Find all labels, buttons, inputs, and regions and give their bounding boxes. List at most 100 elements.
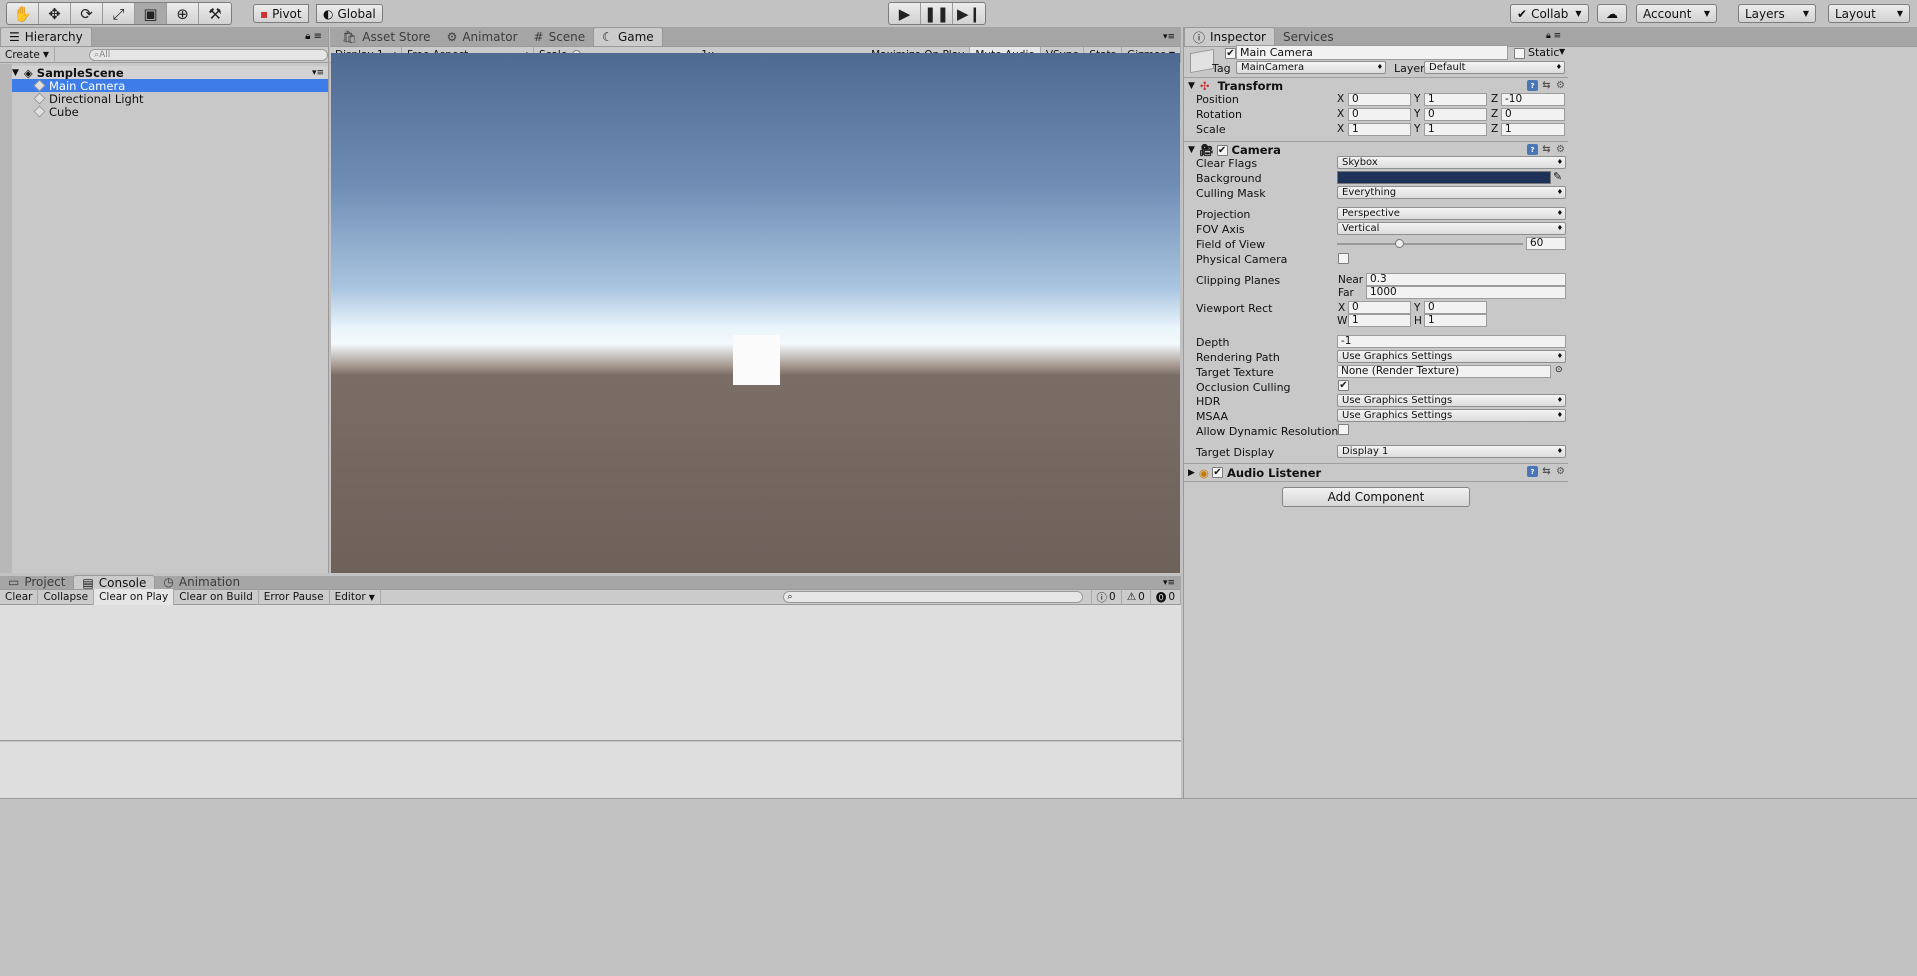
transform-header[interactable]: ▼ ✣ Transform ? ⇆ ⚙	[1184, 77, 1568, 94]
viewport-h-field[interactable]: 1	[1424, 314, 1487, 327]
console-search-input[interactable]: ⌕	[782, 591, 1083, 603]
settings-gear-icon[interactable]: ⚙	[1555, 144, 1566, 155]
occlusion-culling-checkbox[interactable]: ✔	[1338, 380, 1349, 391]
fov-axis-dropdown[interactable]: Vertical	[1337, 222, 1566, 235]
eyedropper-icon[interactable]: ✎	[1553, 170, 1562, 183]
object-picker-icon[interactable]: ⊙	[1555, 365, 1563, 375]
game-viewport[interactable]	[331, 53, 1180, 573]
clear-flags-dropdown[interactable]: Skybox	[1337, 156, 1566, 169]
settings-gear-icon[interactable]: ⚙	[1555, 466, 1566, 477]
pivot-toggle[interactable]: ▪ Pivot	[253, 4, 309, 23]
position-x-field[interactable]: 0	[1348, 93, 1411, 106]
viewport-y-field[interactable]: 0	[1424, 301, 1487, 314]
hierarchy-item-cube[interactable]: Cube	[12, 105, 328, 119]
tab-console[interactable]: ▤ Console	[73, 575, 156, 590]
target-texture-field[interactable]: None (Render Texture)	[1337, 365, 1551, 378]
near-clip-field[interactable]: 0.3	[1366, 273, 1566, 286]
tab-inspector[interactable]: ⓘ Inspector	[1184, 27, 1275, 46]
log-filter-toggle[interactable]: ⓘ 0	[1090, 589, 1122, 605]
lock-icon[interactable]: 🔒︎ ≡	[1546, 31, 1561, 41]
msaa-dropdown[interactable]: Use Graphics Settings	[1337, 409, 1566, 422]
error-filter-toggle[interactable]: ⓿0	[1151, 589, 1181, 605]
account-dropdown[interactable]: Account ▼	[1636, 4, 1717, 23]
field-of-view-slider[interactable]	[1337, 237, 1523, 250]
collapse-toggle[interactable]: Collapse	[38, 589, 95, 605]
field-of-view-field[interactable]: 60	[1526, 237, 1566, 250]
tab-hierarchy[interactable]: ☰ Hierarchy	[0, 27, 92, 46]
target-display-dropdown[interactable]: Display 1	[1337, 445, 1566, 458]
tab-animator[interactable]: ⚙ Animator	[439, 27, 526, 46]
layers-dropdown[interactable]: Layers ▼	[1738, 4, 1816, 23]
clear-on-play-toggle[interactable]: Clear on Play	[94, 589, 175, 605]
tab-services[interactable]: Services	[1275, 27, 1342, 46]
camera-enabled-checkbox[interactable]: ✔	[1216, 144, 1228, 156]
panel-menu-icon[interactable]: ▾≡	[1163, 32, 1175, 42]
clear-button[interactable]: Clear	[0, 589, 39, 605]
object-name-field[interactable]: Main Camera	[1236, 45, 1508, 60]
physical-camera-checkbox[interactable]	[1338, 253, 1349, 264]
position-y-field[interactable]: 1	[1424, 93, 1487, 106]
preset-icon[interactable]: ⇆	[1541, 466, 1552, 477]
lock-icon[interactable]: 🔒︎ ≡	[305, 31, 322, 42]
custom-tool-icon[interactable]: ⚒	[199, 3, 231, 24]
static-checkbox[interactable]	[1514, 48, 1525, 59]
panel-menu-icon[interactable]: ▾≡	[1163, 578, 1175, 588]
layer-dropdown[interactable]: Default	[1424, 61, 1565, 74]
tab-asset-store[interactable]: 🛍︎ Asset Store	[334, 27, 439, 46]
projection-dropdown[interactable]: Perspective	[1337, 207, 1566, 220]
help-book-icon[interactable]: ?	[1527, 466, 1538, 477]
warning-filter-toggle[interactable]: ⚠ 0	[1122, 589, 1151, 605]
culling-mask-dropdown[interactable]: Everything	[1337, 186, 1566, 199]
active-checkbox[interactable]: ✔	[1225, 48, 1236, 59]
scene-menu-icon[interactable]: ▾≡	[312, 68, 324, 78]
rotation-z-field[interactable]: 0	[1501, 108, 1565, 121]
background-color-field[interactable]	[1337, 171, 1551, 184]
position-z-field[interactable]: -10	[1501, 93, 1565, 106]
scale-y-field[interactable]: 1	[1424, 123, 1487, 136]
editor-dropdown[interactable]: Editor ▼	[330, 589, 381, 605]
settings-gear-icon[interactable]: ⚙	[1555, 80, 1566, 91]
far-clip-field[interactable]: 1000	[1366, 286, 1566, 299]
transform-tool-icon[interactable]: ⊕	[167, 3, 199, 24]
audio-listener-checkbox[interactable]: ✔	[1211, 467, 1223, 478]
audio-listener-header[interactable]: ▶ ◉ ✔ Audio Listener ? ⇆ ⚙	[1184, 463, 1568, 481]
scale-tool-icon[interactable]: ⤢	[103, 3, 135, 24]
clear-on-build-toggle[interactable]: Clear on Build	[174, 589, 259, 605]
move-tool-icon[interactable]: ✥	[39, 3, 71, 24]
scene-row[interactable]: ▼ ◈ SampleScene ▾≡	[12, 66, 328, 80]
add-component-button[interactable]: Add Component	[1282, 487, 1470, 507]
rotate-tool-icon[interactable]: ⟳	[71, 3, 103, 24]
hierarchy-item-directional-light[interactable]: Directional Light	[12, 92, 328, 106]
depth-field[interactable]: -1	[1337, 335, 1566, 348]
console-detail-area[interactable]	[0, 742, 1181, 798]
play-icon[interactable]: ▶	[889, 3, 921, 24]
hand-tool-icon[interactable]: ✋	[7, 3, 39, 24]
preset-icon[interactable]: ⇆	[1541, 80, 1552, 91]
error-pause-toggle[interactable]: Error Pause	[259, 589, 330, 605]
slider-thumb[interactable]	[1395, 239, 1405, 248]
tab-scene[interactable]: # Scene	[526, 27, 594, 46]
viewport-x-field[interactable]: 0	[1348, 301, 1411, 314]
tab-animation[interactable]: ◷ Animation	[155, 575, 248, 589]
help-book-icon[interactable]: ?	[1527, 80, 1538, 91]
hdr-dropdown[interactable]: Use Graphics Settings	[1337, 394, 1566, 407]
rect-tool-icon[interactable]: ▣	[135, 3, 167, 24]
step-icon[interactable]: ▶❙	[953, 3, 985, 24]
preset-icon[interactable]: ⇆	[1541, 144, 1552, 155]
rendering-path-dropdown[interactable]: Use Graphics Settings	[1337, 350, 1566, 363]
scale-z-field[interactable]: 1	[1501, 123, 1565, 136]
hierarchy-search-input[interactable]: ⌕All	[89, 48, 328, 61]
rotation-y-field[interactable]: 0	[1424, 108, 1487, 121]
dynamic-resolution-checkbox[interactable]	[1338, 424, 1349, 435]
hierarchy-item-main-camera[interactable]: Main Camera	[12, 79, 328, 93]
help-book-icon[interactable]: ?	[1527, 144, 1538, 155]
pause-icon[interactable]: ❚❚	[921, 3, 953, 24]
console-log-list[interactable]	[0, 605, 1181, 741]
tag-dropdown[interactable]: MainCamera	[1236, 61, 1386, 74]
collab-dropdown[interactable]: ✔ Collab ▼	[1510, 4, 1589, 23]
scale-x-field[interactable]: 1	[1348, 123, 1411, 136]
global-toggle[interactable]: ◐ Global	[316, 4, 383, 23]
tab-project[interactable]: ▭ Project	[0, 575, 73, 589]
static-dropdown-icon[interactable]: ▼	[1559, 47, 1565, 56]
tab-game[interactable]: ☾ Game	[593, 27, 663, 46]
